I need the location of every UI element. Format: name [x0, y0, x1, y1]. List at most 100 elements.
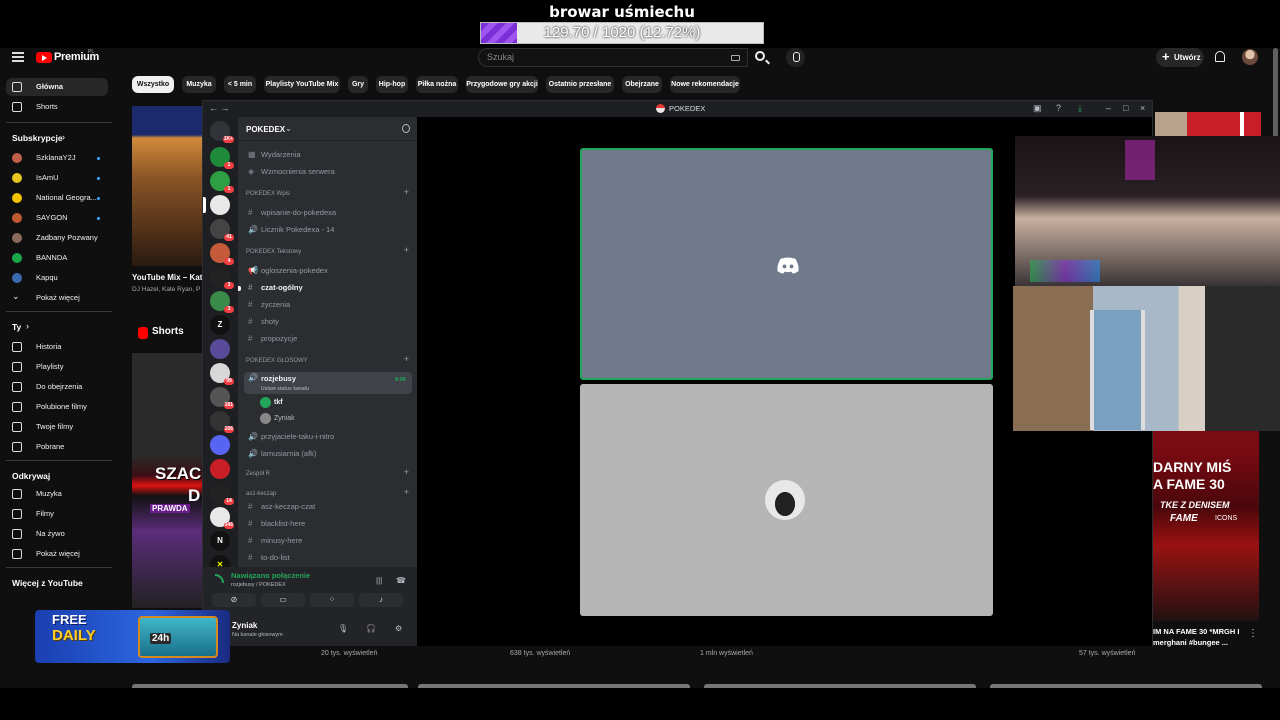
invite-icon[interactable]: [402, 124, 410, 133]
headphones-icon[interactable]: 🎧: [366, 624, 376, 633]
activities-icon[interactable]: ⁘: [310, 593, 354, 607]
more-options-icon[interactable]: ⋮: [1248, 628, 1258, 639]
settings-gear-icon[interactable]: ⚙: [395, 624, 402, 633]
avatar[interactable]: [1242, 49, 1258, 65]
server-icon[interactable]: 1: [210, 171, 234, 193]
server-icon[interactable]: 14: [210, 483, 234, 505]
sidebar-item-video[interactable]: Twoje filmy: [6, 418, 108, 436]
add-channel-icon[interactable]: +: [404, 187, 409, 197]
video-title[interactable]: YouTube Mix – Kate: [132, 273, 204, 282]
channel-item[interactable]: 🔊 przyjaciele-taku-i-nitro: [244, 429, 412, 445]
chevron-right-icon[interactable]: ›: [26, 321, 29, 331]
microphone-icon[interactable]: [786, 48, 805, 67]
sidebar-item-film[interactable]: Filmy: [6, 505, 108, 523]
channel-item[interactable]: # życzenia: [244, 297, 412, 313]
notifications-bell-icon[interactable]: [1215, 51, 1225, 62]
server-boosts-item[interactable]: ◈ Wzmocnienia serwera: [244, 164, 412, 180]
you-header[interactable]: Ty: [12, 322, 21, 332]
sidebar-subscription[interactable]: National Geogra...: [6, 189, 108, 207]
microphone-icon[interactable]: 🎙: [338, 624, 348, 633]
server-icon[interactable]: 3: [210, 291, 234, 313]
sidebar-subscription[interactable]: SAYGON: [6, 209, 108, 227]
download-icon[interactable]: ⤓: [1078, 103, 1082, 114]
channel-item[interactable]: # wpisanie-do-pokedexa: [244, 205, 412, 221]
camera-off-icon[interactable]: ⊘: [212, 593, 256, 607]
server-header[interactable]: POKEDEX ⌄: [238, 117, 417, 141]
server-icon[interactable]: [210, 459, 230, 479]
chevron-down-icon[interactable]: ⌄: [285, 124, 292, 133]
filter-chip[interactable]: Hip-hop: [376, 76, 408, 93]
sidebar-subscription[interactable]: ⌄ Pokaż więcej: [6, 289, 108, 307]
channel-category[interactable]: asz-keczap: [246, 491, 276, 497]
page-scrollbar[interactable]: [1273, 48, 1278, 138]
sidebar-item-clock[interactable]: Do obejrzenia: [6, 378, 108, 396]
channel-item[interactable]: # czat-ogólny: [244, 280, 412, 296]
video-thumbnail[interactable]: [704, 684, 976, 688]
keyboard-icon[interactable]: [731, 55, 740, 61]
channel-item[interactable]: 📢 ogloszenia-pokedex: [244, 263, 412, 279]
sidebar-item-chevron-down[interactable]: Pokaż więcej: [6, 545, 108, 563]
back-forward-icon[interactable]: ← →: [209, 103, 230, 113]
sidebar-subscription[interactable]: IsAmU: [6, 169, 108, 187]
screen-share-icon[interactable]: ▭: [261, 593, 305, 607]
channel-category[interactable]: POKEDEX Wpis: [246, 191, 290, 197]
sidebar-subscription[interactable]: Zadbany Pozwany: [6, 229, 108, 247]
maximize-icon[interactable]: □: [1123, 103, 1128, 113]
channel-item[interactable]: 🔊 Licznik Pokedexa - 14: [244, 222, 412, 238]
server-icon[interactable]: 181: [210, 387, 234, 409]
filter-chip[interactable]: Piłka nożna: [416, 76, 458, 93]
disconnect-icon[interactable]: ☎: [396, 576, 406, 585]
server-icon[interactable]: 99: [210, 363, 234, 385]
voice-user[interactable]: tkf: [260, 397, 283, 408]
server-icon[interactable]: [210, 339, 230, 359]
server-icon[interactable]: 346: [210, 507, 234, 529]
chevron-right-icon[interactable]: ›: [62, 132, 65, 142]
video-channel[interactable]: DJ Hazel, Kate Ryan, P: [132, 286, 204, 293]
sidebar-item-live[interactable]: Na żywo: [6, 525, 108, 543]
server-icon[interactable]: 1K+: [210, 121, 234, 143]
filter-chip[interactable]: Wszystko: [132, 76, 174, 93]
sidebar-item-like[interactable]: Polubione filmy: [6, 398, 108, 416]
sidebar-item-playlist[interactable]: Playlisty: [6, 358, 108, 376]
create-button[interactable]: Utwórz: [1156, 48, 1204, 67]
fame-video-title[interactable]: IM NA FAME 30 *MRGH I merghani #bungee .…: [1153, 626, 1253, 648]
noise-suppression-icon[interactable]: |||: [376, 576, 382, 585]
video-thumbnail[interactable]: [132, 106, 206, 266]
server-icon[interactable]: [210, 435, 230, 455]
add-channel-icon[interactable]: +: [404, 487, 409, 497]
search-icon[interactable]: [755, 51, 765, 61]
filter-chip[interactable]: Nowe rekomendacje: [670, 76, 740, 93]
server-icon[interactable]: N: [210, 531, 230, 551]
server-icon[interactable]: 4: [210, 243, 234, 265]
channel-item[interactable]: # shoty: [244, 314, 412, 330]
server-icon[interactable]: Z: [210, 315, 230, 335]
youtube-logo-icon[interactable]: [36, 52, 52, 63]
filter-chip[interactable]: Obejrzane: [622, 76, 662, 93]
channel-item[interactable]: # propozycje: [244, 331, 412, 347]
subscriptions-header[interactable]: Subskrypcje: [12, 133, 63, 143]
server-icon[interactable]: 3: [210, 267, 234, 289]
filter-chip[interactable]: Gry: [348, 76, 368, 93]
user-name[interactable]: Zyniak: [232, 621, 257, 630]
minimize-icon[interactable]: –: [1106, 103, 1111, 113]
server-icon[interactable]: 106: [210, 411, 234, 433]
voice-channel-status[interactable]: Ustaw status kanału: [261, 383, 309, 394]
participant-tile[interactable]: [580, 148, 993, 380]
channel-category[interactable]: POKEDEX Tekstowy: [246, 249, 301, 255]
events-item[interactable]: ▦ Wydarzenia: [244, 147, 412, 163]
sidebar-item-shorts[interactable]: Shorts: [6, 98, 108, 116]
inbox-icon[interactable]: ▣: [1033, 103, 1042, 114]
voice-user[interactable]: Zyniak: [260, 413, 295, 424]
filter-chip[interactable]: Ostatnio przesłane: [546, 76, 614, 93]
participant-tile[interactable]: [580, 384, 993, 616]
add-channel-icon[interactable]: +: [404, 467, 409, 477]
help-icon[interactable]: ?: [1056, 103, 1061, 113]
server-name[interactable]: POKEDEX: [246, 125, 285, 134]
channel-item[interactable]: # minusy-here: [244, 533, 412, 549]
voice-status[interactable]: Nawiązano połączenie: [231, 571, 310, 580]
channel-item[interactable]: # asz-keczap-czat: [244, 499, 412, 515]
sidebar-item-history[interactable]: Historia: [6, 338, 108, 356]
hamburger-menu-icon[interactable]: [12, 52, 24, 62]
close-icon[interactable]: ×: [1140, 103, 1145, 113]
server-icon[interactable]: 41: [210, 219, 234, 241]
